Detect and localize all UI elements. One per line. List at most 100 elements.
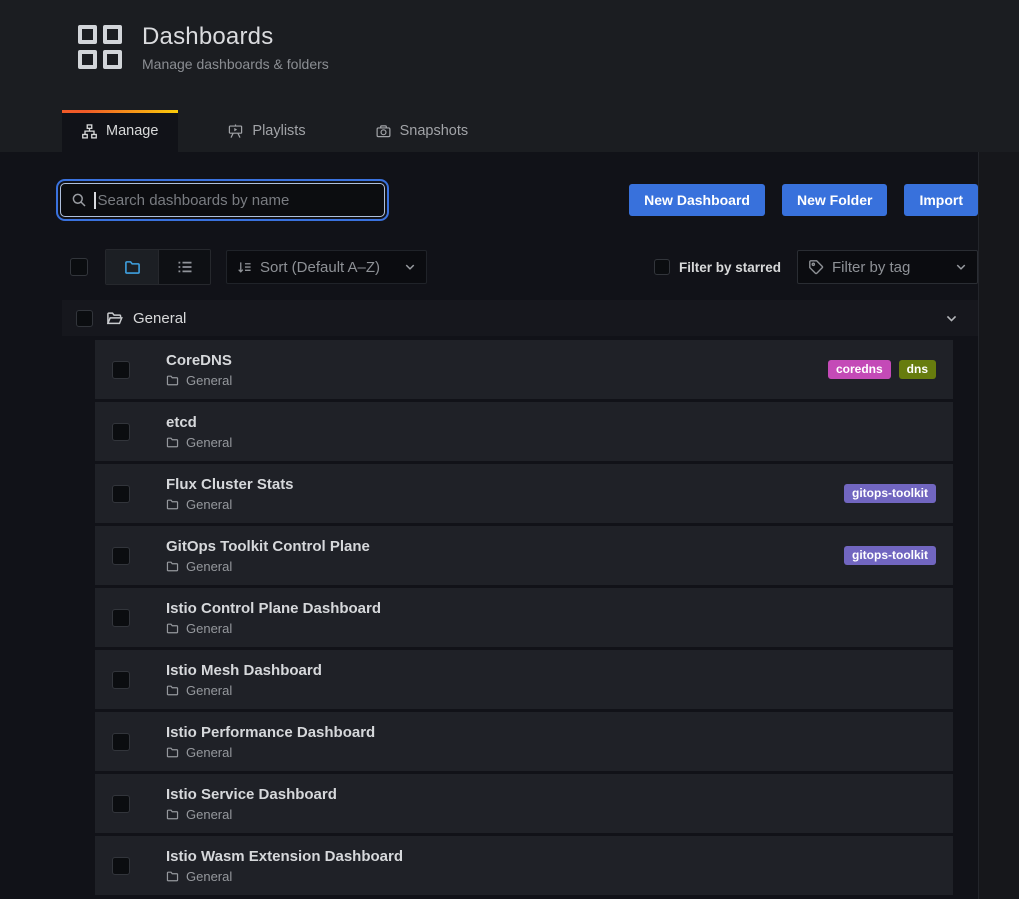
folder-open-icon [106, 310, 123, 327]
dashboard-list: CoreDNS General coredns dns etcd [95, 340, 953, 895]
dashboard-title[interactable]: etcd [166, 414, 232, 431]
dashboard-folder-name: General [186, 621, 232, 636]
folder-icon [166, 622, 179, 635]
dashboard-info: Istio Mesh Dashboard General [166, 662, 322, 698]
dashboard-info: Istio Service Dashboard General [166, 786, 337, 822]
folder-checkbox[interactable] [76, 310, 93, 327]
sort-select[interactable]: Sort (Default A–Z) [226, 250, 427, 284]
dashboard-info: Flux Cluster Stats General [166, 476, 294, 512]
search-input[interactable] [98, 192, 385, 209]
page-title: Dashboards [142, 23, 329, 51]
tab-label: Snapshots [400, 123, 469, 139]
dashboard-title[interactable]: Istio Control Plane Dashboard [166, 600, 381, 617]
camera-icon [376, 124, 391, 139]
row-checkbox[interactable] [112, 547, 130, 565]
folder-icon [166, 684, 179, 697]
dashboard-row[interactable]: Istio Control Plane Dashboard General [95, 588, 953, 647]
tab-playlists[interactable]: Playlists [208, 110, 325, 152]
dashboard-folder-name: General [186, 745, 232, 760]
action-buttons: New Dashboard New Folder Import [629, 184, 978, 216]
folder-section-general: General CoreDNS General coredn [62, 300, 978, 895]
chevron-down-icon [955, 261, 967, 273]
dashboards-page: Dashboards Manage dashboards & folders M… [0, 0, 1019, 899]
row-checkbox[interactable] [112, 795, 130, 813]
actions-row: New Dashboard New Folder Import [60, 183, 978, 217]
dashboard-folder-meta: General [166, 435, 232, 450]
row-checkbox[interactable] [112, 361, 130, 379]
folder-icon [166, 374, 179, 387]
dashboard-row[interactable]: Istio Performance Dashboard General [95, 712, 953, 771]
sort-value: Sort (Default A–Z) [260, 259, 380, 276]
tag-badge[interactable]: dns [899, 360, 936, 379]
folder-name: General [133, 310, 186, 327]
sitemap-icon [82, 124, 97, 139]
right-edge-gutter [978, 152, 1019, 899]
select-all-checkbox[interactable] [70, 258, 88, 276]
list-view-button[interactable] [158, 250, 210, 284]
dashboard-info: GitOps Toolkit Control Plane General [166, 538, 370, 574]
chevron-down-icon [404, 261, 416, 273]
dashboard-folder-meta: General [166, 869, 403, 884]
list-icon [177, 259, 193, 275]
page-subtitle: Manage dashboards & folders [142, 56, 329, 72]
tag-badge[interactable]: gitops-toolkit [844, 484, 936, 503]
dashboard-title[interactable]: CoreDNS [166, 352, 232, 369]
dashboard-info: Istio Performance Dashboard General [166, 724, 375, 760]
dashboard-row[interactable]: Istio Service Dashboard General [95, 774, 953, 833]
dashboard-row[interactable]: Istio Mesh Dashboard General [95, 650, 953, 709]
dashboards-apps-icon [78, 25, 122, 72]
dashboard-title[interactable]: GitOps Toolkit Control Plane [166, 538, 370, 555]
tab-manage[interactable]: Manage [62, 110, 178, 152]
row-checkbox[interactable] [112, 671, 130, 689]
dashboard-tags: gitops-toolkit [844, 484, 936, 503]
dashboard-folder-meta: General [166, 497, 294, 512]
dashboard-folder-name: General [186, 497, 232, 512]
row-checkbox[interactable] [112, 857, 130, 875]
dashboard-row[interactable]: etcd General [95, 402, 953, 461]
dashboard-row[interactable]: Istio Wasm Extension Dashboard General [95, 836, 953, 895]
starred-checkbox[interactable] [654, 259, 670, 275]
dashboard-title[interactable]: Istio Wasm Extension Dashboard [166, 848, 403, 865]
starred-label: Filter by starred [679, 260, 781, 275]
tag-badge[interactable]: coredns [828, 360, 891, 379]
tag-badge[interactable]: gitops-toolkit [844, 546, 936, 565]
row-checkbox[interactable] [112, 733, 130, 751]
row-checkbox[interactable] [112, 485, 130, 503]
new-folder-button[interactable]: New Folder [782, 184, 887, 216]
dashboard-folder-name: General [186, 683, 232, 698]
dashboard-folder-name: General [186, 559, 232, 574]
dashboard-row[interactable]: GitOps Toolkit Control Plane General git… [95, 526, 953, 585]
dashboard-folder-name: General [186, 435, 232, 450]
tab-snapshots[interactable]: Snapshots [356, 110, 489, 152]
folder-icon [166, 436, 179, 449]
folder-icon [124, 259, 141, 276]
dashboard-row[interactable]: CoreDNS General coredns dns [95, 340, 953, 399]
dashboard-tags: gitops-toolkit [844, 546, 936, 565]
dashboard-folder-meta: General [166, 559, 370, 574]
row-checkbox[interactable] [112, 423, 130, 441]
filter-starred[interactable]: Filter by starred [654, 259, 781, 275]
dashboard-folder-name: General [186, 807, 232, 822]
folder-icon [166, 498, 179, 511]
search-box [60, 183, 385, 217]
new-dashboard-button[interactable]: New Dashboard [629, 184, 765, 216]
dashboard-folder-meta: General [166, 745, 375, 760]
tag-filter-value: Filter by tag [832, 259, 910, 276]
dashboard-folder-name: General [186, 373, 232, 388]
dashboard-title[interactable]: Istio Mesh Dashboard [166, 662, 322, 679]
import-button[interactable]: Import [904, 184, 978, 216]
dashboard-title[interactable]: Flux Cluster Stats [166, 476, 294, 493]
dashboard-title[interactable]: Istio Performance Dashboard [166, 724, 375, 741]
row-checkbox[interactable] [112, 609, 130, 627]
folder-header[interactable]: General [62, 300, 978, 336]
dashboard-info: Istio Wasm Extension Dashboard General [166, 848, 403, 884]
folder-view-button[interactable] [106, 250, 158, 284]
sort-amount-icon [237, 260, 252, 275]
chevron-down-icon[interactable] [945, 312, 958, 325]
tab-label: Manage [106, 123, 158, 139]
dashboard-title[interactable]: Istio Service Dashboard [166, 786, 337, 803]
dashboard-row[interactable]: Flux Cluster Stats General gitops-toolki… [95, 464, 953, 523]
dashboard-folder-meta: General [166, 683, 322, 698]
filter-tag-select[interactable]: Filter by tag [797, 250, 978, 284]
dashboard-folder-name: General [186, 869, 232, 884]
